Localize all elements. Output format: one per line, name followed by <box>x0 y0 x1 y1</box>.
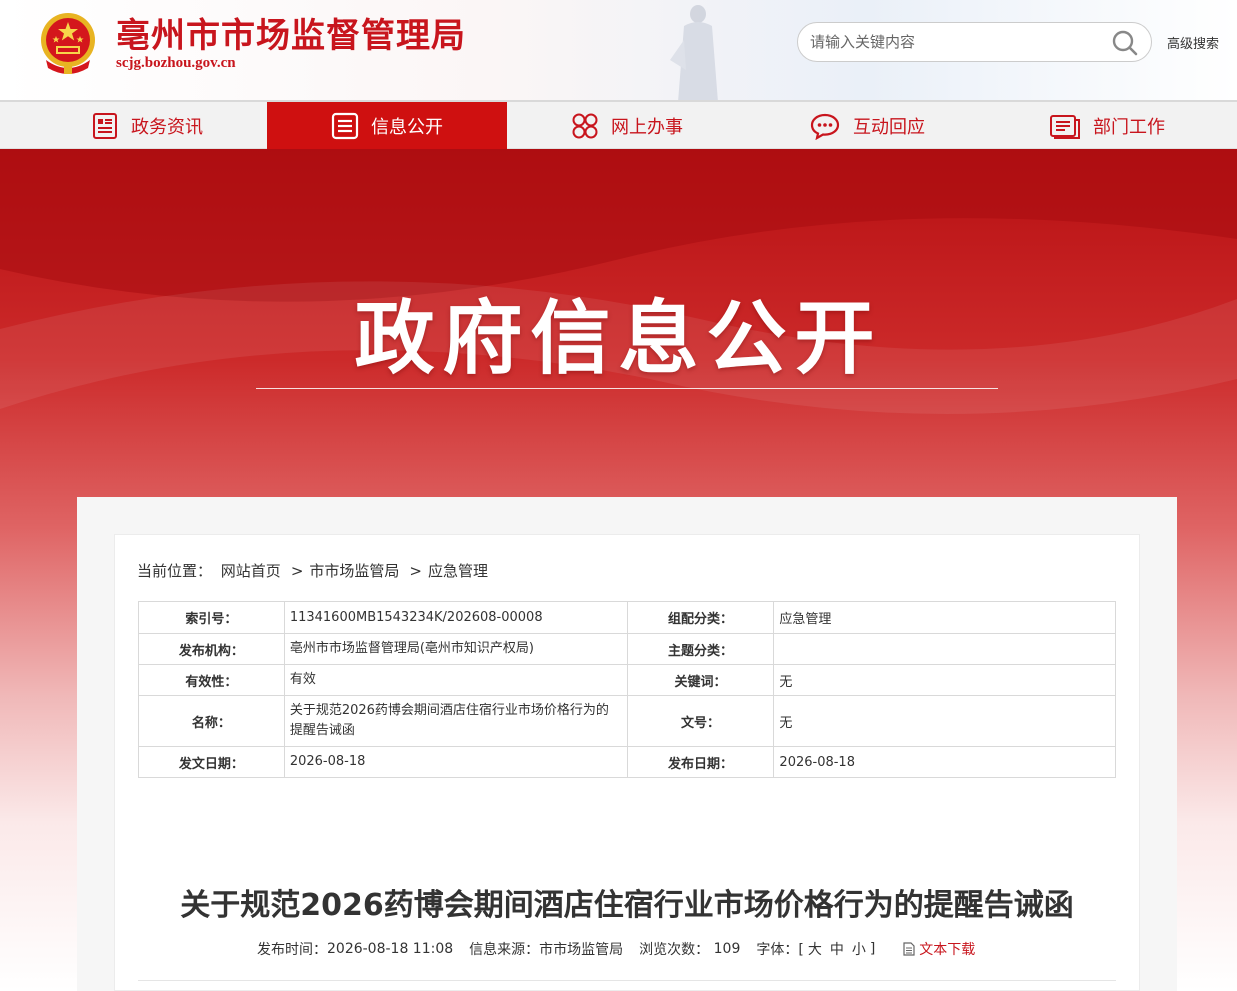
document-list-icon <box>93 112 117 139</box>
banner-divider <box>256 388 998 389</box>
keywords-value: 无 <box>773 664 1116 696</box>
category-value: 应急管理 <box>773 601 1116 634</box>
advanced-search-link[interactable]: 高级搜索 <box>1167 33 1219 52</box>
topic-value <box>773 633 1116 665</box>
publisher-value: 亳州市市场监督管理局(亳州市知识产权局) <box>283 633 628 665</box>
statue-decoration-icon <box>670 5 718 100</box>
nav-item-label: 网上办事 <box>611 116 683 138</box>
nav-item-label: 政务资讯 <box>131 116 203 138</box>
validity-value: 有效 <box>283 664 628 696</box>
breadcrumb-home[interactable]: 网站首页 <box>221 562 281 580</box>
publish-date-label: 发布日期： <box>626 746 775 778</box>
source-label: 信息来源： <box>469 942 540 958</box>
breadcrumb-separator: > <box>290 562 304 580</box>
national-emblem-icon <box>41 13 95 74</box>
font-size-close: ] <box>869 941 876 957</box>
search-box <box>797 22 1152 62</box>
doc-no-label: 文号： <box>626 695 775 747</box>
name-label: 名称： <box>138 695 285 747</box>
divider <box>138 980 1116 981</box>
publish-time-label: 发布时间： <box>257 942 327 958</box>
font-size-label: 字体：[ <box>756 942 804 958</box>
doc-no-value: 无 <box>773 695 1116 747</box>
breadcrumb: 当前位置： 网站首页 > 市市场监管局 > 应急管理 <box>137 560 492 581</box>
article-title: 关于规范2026药博会期间酒店住宿行业市场价格行为的提醒告诫函 <box>180 888 1074 923</box>
site-domain: scjg.bozhou.gov.cn <box>116 55 236 71</box>
site-header: 亳州市市场监督管理局 scjg.bozhou.gov.cn 高级搜索 <box>0 0 1237 102</box>
document-icon <box>903 942 915 956</box>
breadcrumb-prefix: 当前位置： <box>137 562 213 580</box>
table-row: 索引号： 11341600MB1543234K/202608-00008 组配分… <box>138 601 1116 634</box>
folder-docs-icon <box>1050 114 1080 139</box>
site-title: 亳州市市场监督管理局 <box>116 16 466 56</box>
views-value: 109 <box>713 941 741 957</box>
search-input[interactable] <box>810 31 1100 53</box>
article-meta: 发布时间： 2026-08-18 11:08 信息来源： 市市场监管局 浏览次数： … <box>257 939 975 959</box>
views-label: 浏览次数： <box>639 942 710 958</box>
nav-item-label: 部门工作 <box>1093 116 1165 138</box>
keywords-label: 关键词： <box>626 664 775 696</box>
breadcrumb-separator: > <box>409 562 422 580</box>
chat-bubble-icon <box>810 113 840 140</box>
banner-title: 政府信息公开 <box>354 292 883 385</box>
table-row: 发文日期： 2026-08-18 发布日期： 2026-08-18 <box>138 746 1116 778</box>
issue-date-label: 发文日期： <box>138 746 285 778</box>
source-value: 市市场监管局 <box>539 942 624 958</box>
nav-item-label: 信息公开 <box>371 116 443 138</box>
nav-item-online-service[interactable]: 网上办事 <box>507 102 747 149</box>
nav-item-interaction[interactable]: 互动回应 <box>747 102 987 149</box>
validity-label: 有效性： <box>138 664 285 696</box>
search-icon[interactable] <box>1111 29 1139 57</box>
font-size-small[interactable]: 小 <box>852 939 866 959</box>
topic-label: 主题分类： <box>626 633 775 665</box>
publish-time-value: 2026-08-18 11:08 <box>327 941 454 957</box>
list-icon <box>331 112 359 139</box>
clover-grid-icon <box>572 113 598 138</box>
category-label: 组配分类： <box>626 601 775 634</box>
font-size-large[interactable]: 大 <box>808 939 822 959</box>
text-download-label: 文本下载 <box>919 942 976 958</box>
nav-item-department-work[interactable]: 部门工作 <box>987 102 1227 149</box>
index-no-value: 11341600MB1543234K/202608-00008 <box>283 601 628 634</box>
main-nav: 政务资讯 信息公开 网上办事 互动回应 部门工作 <box>0 102 1237 149</box>
info-meta-table: 索引号： 11341600MB1543234K/202608-00008 组配分… <box>138 601 1116 778</box>
publish-date-value: 2026-08-18 <box>773 746 1116 778</box>
index-no-label: 索引号： <box>138 601 285 634</box>
table-row: 有效性： 有效 关键词： 无 <box>138 664 1116 696</box>
issue-date-value: 2026-08-18 <box>283 746 628 778</box>
nav-item-label: 互动回应 <box>853 116 925 138</box>
name-value: 关于规范2026药博会期间酒店住宿行业市场价格行为的提醒告诫函 <box>283 695 628 747</box>
breadcrumb-category[interactable]: 应急管理 <box>428 562 488 580</box>
publisher-label: 发布机构： <box>138 633 285 665</box>
nav-item-info-disclosure[interactable]: 信息公开 <box>267 102 507 149</box>
nav-item-news[interactable]: 政务资讯 <box>27 102 267 149</box>
font-size-medium[interactable]: 中 <box>830 939 844 959</box>
table-row: 名称： 关于规范2026药博会期间酒店住宿行业市场价格行为的提醒告诫函 文号： … <box>138 695 1116 747</box>
breadcrumb-bureau[interactable]: 市市场监管局 <box>309 562 399 580</box>
text-download-link[interactable]: 文本下载 <box>903 939 975 959</box>
table-row: 发布机构： 亳州市市场监督管理局(亳州市知识产权局) 主题分类： <box>138 633 1116 665</box>
